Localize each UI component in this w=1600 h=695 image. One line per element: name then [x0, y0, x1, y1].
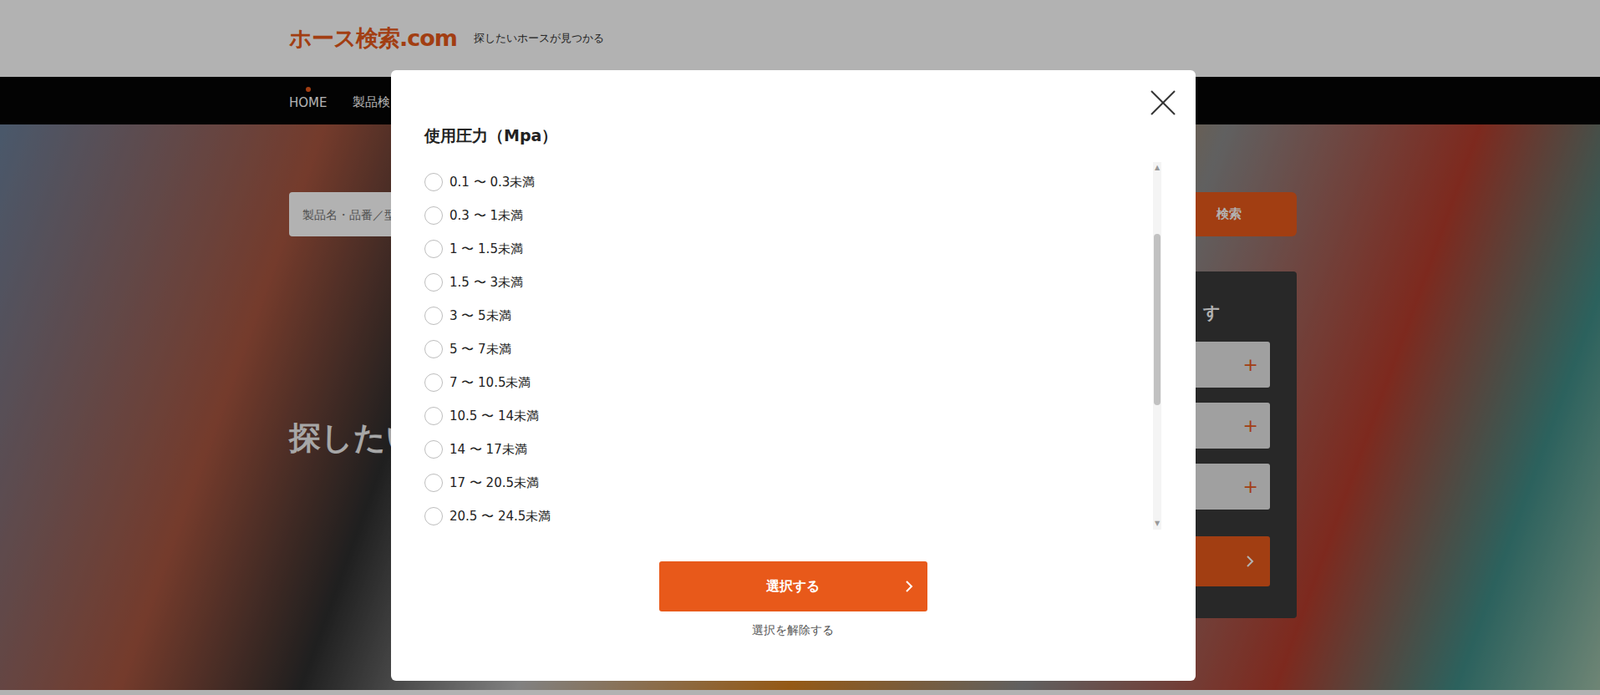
- confirm-label: 選択する: [766, 578, 820, 596]
- filter-modal: 使用圧力（Mpa） 0.1 〜 0.3未満 0.3 〜 1未満 1 〜 1.5未満 1.…: [391, 70, 1196, 681]
- option-label: 17 〜 20.5未満: [449, 475, 539, 492]
- scroll-up-icon[interactable]: ▲: [1154, 162, 1160, 174]
- modal-actions: 選択する選択を解除する: [424, 561, 1162, 639]
- radio-option[interactable]: 20.5 〜 24.5未満: [424, 499, 1154, 530]
- close-button[interactable]: [1148, 88, 1178, 117]
- radio-button[interactable]: [424, 440, 443, 459]
- radio-button[interactable]: [424, 340, 443, 359]
- option-label: 3 〜 5未満: [449, 308, 512, 325]
- clear-selection-link[interactable]: 選択を解除する: [751, 623, 834, 639]
- option-label: 0.1 〜 0.3未満: [449, 174, 535, 191]
- option-label: 7 〜 10.5未満: [449, 375, 531, 392]
- radio-option[interactable]: 14 〜 17未満: [424, 432, 1154, 467]
- radio-button[interactable]: [424, 507, 443, 526]
- radio-button[interactable]: [424, 373, 443, 392]
- option-label: 10.5 〜 14未満: [449, 408, 539, 425]
- scroll-down-icon[interactable]: ▼: [1154, 518, 1160, 530]
- option-label: 1.5 〜 3未満: [449, 274, 524, 291]
- close-icon: [1148, 88, 1178, 117]
- option-label: 0.3 〜 1未満: [449, 208, 524, 224]
- radio-button[interactable]: [424, 306, 443, 326]
- radio-option[interactable]: 1.5 〜 3未満: [424, 265, 1154, 300]
- scroll-thumb[interactable]: [1153, 233, 1161, 406]
- radio-button[interactable]: [424, 239, 443, 259]
- confirm-button[interactable]: 選択する: [659, 561, 928, 612]
- scroll-track: [1153, 173, 1161, 519]
- option-label: 5 〜 7未満: [449, 341, 512, 358]
- radio-option[interactable]: 7 〜 10.5未満: [424, 365, 1154, 400]
- radio-option[interactable]: 5 〜 7未満: [424, 332, 1154, 366]
- option-list: 0.1 〜 0.3未満 0.3 〜 1未満 1 〜 1.5未満 1.5 〜 3未満 3 …: [424, 162, 1154, 530]
- scrollbar[interactable]: ▲▼: [1153, 162, 1162, 530]
- radio-option[interactable]: 10.5 〜 14未満: [424, 399, 1154, 433]
- radio-button[interactable]: [424, 172, 443, 192]
- chevron-right-icon: [904, 579, 915, 594]
- radio-button[interactable]: [424, 206, 443, 225]
- option-label: 20.5 〜 24.5未満: [449, 508, 551, 525]
- radio-button[interactable]: [424, 473, 443, 493]
- option-label: 14 〜 17未満: [449, 441, 528, 458]
- radio-button[interactable]: [424, 406, 443, 426]
- option-label: 1 〜 1.5未満: [449, 241, 524, 258]
- option-list-wrap: 0.1 〜 0.3未満 0.3 〜 1未満 1 〜 1.5未満 1.5 〜 3未満 3 …: [424, 162, 1162, 530]
- radio-option[interactable]: 0.1 〜 0.3未満: [424, 165, 1154, 199]
- radio-option[interactable]: 17 〜 20.5未満: [424, 466, 1154, 500]
- radio-option[interactable]: 3 〜 5未満: [424, 299, 1154, 333]
- radio-option[interactable]: 1 〜 1.5未満: [424, 232, 1154, 266]
- radio-button[interactable]: [424, 273, 443, 292]
- modal-title: 使用圧力（Mpa）: [424, 125, 1162, 151]
- radio-option[interactable]: 0.3 〜 1未満: [424, 198, 1154, 233]
